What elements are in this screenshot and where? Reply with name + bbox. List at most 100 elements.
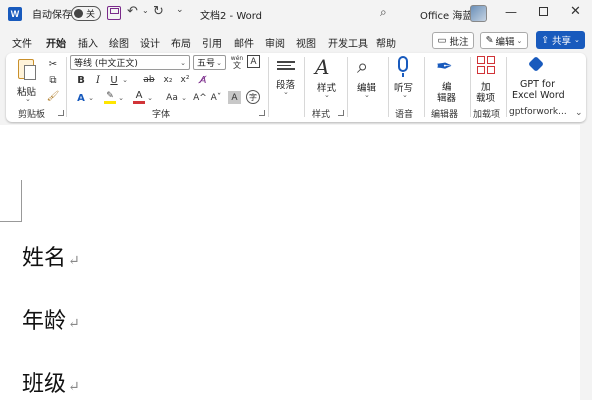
text-effects-dropdown-icon[interactable]: ⌄	[88, 93, 94, 103]
microphone-icon[interactable]	[398, 56, 408, 72]
paste-dropdown-icon[interactable]: ⌄	[25, 95, 31, 103]
italic-button[interactable]: I	[91, 73, 105, 87]
editor-label-line2[interactable]: 辑器	[437, 90, 456, 104]
paste-icon[interactable]	[16, 57, 38, 83]
find-icon[interactable]: ⌕	[357, 54, 368, 78]
change-case-dropdown-icon[interactable]: ⌄	[181, 93, 187, 103]
character-shading-icon[interactable]: A	[228, 91, 241, 104]
toggle-knob-icon	[74, 9, 83, 18]
format-painter-icon[interactable]: 🖌	[46, 89, 60, 103]
tab-developer[interactable]: 开发工具	[328, 35, 368, 50]
comment-button[interactable]: ▭ 批注	[432, 32, 474, 49]
tab-home[interactable]: 开始	[46, 35, 66, 55]
dictate-dropdown-icon[interactable]: ⌄	[402, 91, 408, 99]
autosave-toggle[interactable]: 关	[71, 6, 101, 21]
user-name[interactable]: Office 海蓝	[420, 7, 472, 22]
styles-launcher-icon[interactable]	[338, 110, 344, 116]
editing-dropdown-icon[interactable]: ⌄	[364, 91, 370, 99]
phonetic-guide-icon[interactable]: wén 文	[230, 54, 244, 70]
share-label: 共享	[552, 36, 572, 47]
editor-icon[interactable]: ✒	[436, 54, 453, 78]
text-effects-icon[interactable]: A	[74, 91, 88, 105]
paragraph-name[interactable]: 姓名 ↵	[22, 240, 80, 272]
tab-insert[interactable]: 插入	[78, 35, 98, 50]
undo-icon[interactable]: ↶	[127, 4, 138, 19]
tab-file[interactable]: 文件	[12, 35, 32, 50]
comment-label: 批注	[449, 36, 469, 48]
paragraph-mark-icon: ↵	[68, 253, 80, 269]
font-size-select[interactable]: 五号 ⌄	[193, 55, 226, 70]
tab-mailings[interactable]: 邮件	[234, 35, 254, 50]
grow-font-button[interactable]: A^	[193, 91, 207, 105]
paragraph-mark-icon: ↵	[68, 379, 80, 395]
editing-mode-button[interactable]: ✎ 编辑 ⌄	[480, 32, 528, 49]
font-launcher-icon[interactable]	[259, 110, 265, 116]
document-page[interactable]	[0, 125, 580, 400]
addins-label-line2[interactable]: 载项	[476, 90, 495, 104]
voice-group-label: 语音	[395, 110, 414, 120]
bold-button[interactable]: B	[74, 73, 88, 87]
character-border-text: A	[250, 56, 257, 67]
tab-references[interactable]: 引用	[202, 35, 222, 50]
tab-design[interactable]: 设计	[140, 35, 160, 50]
character-border-icon[interactable]: A	[247, 55, 260, 68]
enclose-characters-icon[interactable]: 字	[246, 90, 260, 104]
ribbon-home: 粘贴 ⌄ ✂ ⧉ 🖌 剪贴板 等线 (中文正文) ⌄ 五号 ⌄ wén 文 A B…	[6, 53, 586, 122]
highlight-dropdown-icon[interactable]: ⌄	[118, 93, 124, 103]
paragraph-dropdown-icon[interactable]: ⌄	[283, 88, 289, 96]
close-icon[interactable]: ✕	[570, 4, 581, 19]
copy-icon[interactable]: ⧉	[46, 73, 60, 87]
maximize-icon[interactable]	[539, 7, 548, 16]
highlight-color-icon[interactable]: ✎	[103, 89, 117, 105]
gpt-for-work-icon[interactable]	[528, 56, 544, 72]
shrink-font-button[interactable]: Aˇ	[209, 91, 223, 105]
font-color-dropdown-icon[interactable]: ⌄	[147, 93, 153, 103]
subscript-button[interactable]: x₂	[161, 73, 175, 87]
pencil-icon: ✎	[485, 35, 494, 46]
ribbon-collapse-icon[interactable]: ⌄	[575, 108, 583, 118]
autosave-state: 关	[86, 10, 96, 20]
gpt-label-line2[interactable]: Excel Word	[512, 90, 565, 101]
save-icon[interactable]	[107, 6, 121, 20]
editing-mode-label: 编辑	[495, 36, 515, 48]
tab-review[interactable]: 审阅	[265, 35, 285, 50]
paragraph-class[interactable]: 班级 ↵	[22, 366, 80, 398]
share-button[interactable]: ⇪ 共享 ⌄	[536, 31, 585, 49]
chevron-down-icon: ⌄	[216, 58, 222, 67]
addins-group-label: 加载项	[473, 110, 501, 120]
paragraph-age[interactable]: 年龄 ↵	[22, 303, 80, 335]
clear-formatting-icon[interactable]: A̸	[196, 73, 210, 87]
cut-icon[interactable]: ✂	[46, 57, 60, 71]
customize-qat-icon[interactable]: ⌄	[176, 5, 184, 15]
gpt-label-line1[interactable]: GPT for	[520, 79, 555, 90]
vertical-scrollbar[interactable]	[580, 125, 592, 400]
tab-help[interactable]: 帮助	[376, 35, 396, 50]
clipboard-group-label: 剪贴板	[18, 110, 46, 120]
superscript-button[interactable]: x²	[178, 73, 192, 87]
margin-crop-mark	[0, 180, 22, 222]
font-name-value: 等线 (中文正文)	[74, 59, 138, 69]
autosave-label: 自动保存	[32, 10, 72, 21]
tab-layout[interactable]: 布局	[171, 35, 191, 50]
styles-dropdown-icon[interactable]: ⌄	[324, 91, 330, 99]
strikethrough-button[interactable]: ab	[141, 73, 157, 87]
clipboard-launcher-icon[interactable]	[58, 110, 64, 116]
paragraph-icon[interactable]	[277, 59, 295, 73]
change-case-button[interactable]: Aa	[163, 91, 181, 105]
redo-icon[interactable]: ↻	[153, 4, 164, 19]
paragraph-text: 姓名	[22, 246, 67, 271]
addins-icon[interactable]	[477, 56, 495, 74]
chevron-down-icon: ⌄	[574, 36, 580, 44]
minimize-icon[interactable]: —	[505, 5, 517, 19]
tab-view[interactable]: 视图	[296, 35, 316, 50]
underline-button[interactable]: U	[107, 73, 121, 87]
avatar[interactable]	[470, 5, 487, 22]
styles-icon[interactable]: A	[315, 55, 329, 79]
paragraph-mark-icon: ↵	[68, 316, 80, 332]
tab-draw[interactable]: 绘图	[109, 35, 129, 50]
undo-dropdown-icon[interactable]: ⌄	[142, 6, 149, 15]
search-icon[interactable]: ⌕	[380, 5, 387, 20]
font-color-icon[interactable]: A	[132, 89, 146, 105]
underline-dropdown-icon[interactable]: ⌄	[122, 75, 128, 85]
font-name-select[interactable]: 等线 (中文正文) ⌄	[70, 55, 190, 70]
